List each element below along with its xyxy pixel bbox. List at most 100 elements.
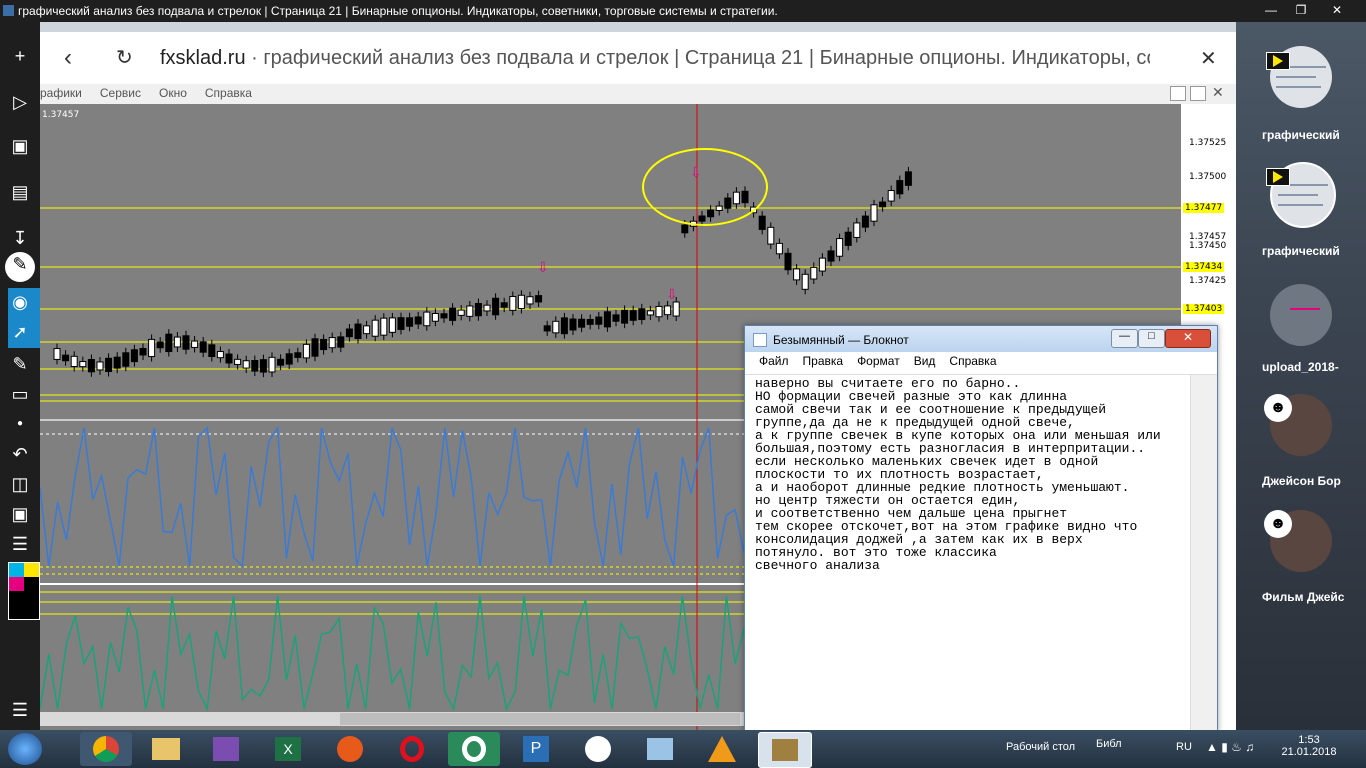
play-icon[interactable]: ▷ [8, 90, 32, 114]
notepad-scrollbar[interactable] [1190, 375, 1217, 730]
notepad-close-button[interactable]: ✕ [1165, 329, 1211, 348]
media-task[interactable] [324, 732, 376, 766]
candle [492, 297, 500, 316]
domain: fxsklad.ru [160, 47, 246, 69]
chrome-task[interactable] [80, 732, 132, 766]
app-task[interactable]: P [510, 732, 562, 766]
triangle-task[interactable] [696, 732, 748, 766]
back-icon[interactable]: ‹ [64, 44, 72, 72]
panel-label-3: upload_2018- [1262, 360, 1339, 374]
candle [578, 318, 586, 328]
thumbnail-3[interactable] [1270, 284, 1332, 346]
mt4-menu-item[interactable]: рафики [40, 86, 82, 100]
download-icon[interactable]: ↧ [8, 226, 32, 250]
panel-label-1: графический [1262, 128, 1340, 142]
close-tab-icon[interactable]: ✕ [1200, 46, 1217, 71]
plus-icon[interactable]: + [8, 44, 32, 68]
mt4-minimize-button[interactable] [1170, 86, 1186, 101]
undo-icon[interactable]: ↶ [8, 442, 32, 466]
start-button[interactable] [8, 733, 42, 765]
candle [793, 268, 801, 281]
minimize-button[interactable]: — [1256, 0, 1286, 22]
address-text[interactable]: fxsklad.ru · графический анализ без подв… [160, 47, 1150, 70]
mt4-menu-item[interactable]: Справка [205, 86, 252, 100]
cursor-icon[interactable]: ➚ [8, 320, 32, 344]
notepad-menu-item[interactable]: Файл [759, 354, 789, 368]
notepad-text-area[interactable]: наверно вы считаете его по барно.. НО фор… [755, 377, 1195, 572]
notepad-maximize-button[interactable]: □ [1138, 329, 1165, 348]
eye-icon[interactable]: ◉ [8, 290, 32, 314]
vs-task[interactable] [200, 732, 252, 766]
notepad-window[interactable]: Безымянный — Блокнот — □ ✕ Файл Правка Фор… [744, 325, 1218, 732]
notepad-menu-item[interactable]: Правка [803, 354, 844, 368]
candle [337, 336, 345, 348]
highlighter-icon[interactable]: ✎ [8, 352, 32, 376]
candle [612, 314, 620, 322]
tray-icons[interactable]: ▲ ▮ ♨ ♫ [1206, 740, 1254, 754]
explorer-task[interactable] [140, 732, 192, 766]
candle [139, 347, 147, 356]
eraser-icon[interactable]: ▭ [8, 382, 32, 406]
notepad-menu-item[interactable]: Формат [857, 354, 900, 368]
candle [122, 352, 130, 367]
candle [423, 311, 431, 327]
candle [354, 323, 362, 340]
restore-button[interactable]: ❐ [1286, 0, 1316, 22]
image-icon[interactable]: ▤ [8, 180, 32, 204]
reload-icon[interactable]: ↻ [116, 45, 133, 70]
dot-size-icon[interactable]: ● [8, 412, 32, 436]
candle [861, 215, 869, 228]
opera-task[interactable] [386, 732, 438, 766]
candle [698, 215, 706, 222]
active-task[interactable] [758, 732, 812, 768]
candle [715, 205, 723, 211]
notepad-menu-item[interactable]: Справка [949, 354, 996, 368]
notepad-menu-item[interactable]: Вид [914, 354, 936, 368]
camera-icon[interactable]: ▣ [8, 134, 32, 158]
candle [827, 250, 835, 262]
candle [268, 356, 276, 373]
trash-icon[interactable]: ◫ [8, 472, 32, 496]
library-label[interactable]: Библ [1096, 738, 1122, 750]
candle [311, 338, 319, 357]
close-button[interactable]: ✕ [1322, 0, 1352, 22]
candle [363, 325, 371, 335]
page-title: · графический анализ без подвала и стрел… [245, 47, 1150, 69]
clock[interactable]: 1:53 21.01.2018 [1274, 734, 1344, 758]
mt4-close-button[interactable]: ✕ [1212, 84, 1224, 101]
candle [904, 171, 912, 186]
color-palette[interactable] [8, 562, 40, 620]
candle [741, 190, 749, 204]
desktop-label[interactable]: Рабочий стол [1006, 741, 1075, 753]
clock-date: 21.01.2018 [1281, 746, 1337, 758]
candle [406, 317, 414, 327]
browser-nav-bar: ‹ ↻ fxsklad.ru · графический анализ без … [40, 32, 1236, 84]
candle [216, 351, 224, 359]
svg-text:⇩: ⇩ [666, 287, 678, 303]
candle [440, 313, 448, 319]
candle [629, 310, 637, 321]
candle [328, 337, 336, 349]
notepad-task[interactable] [634, 732, 686, 766]
language-indicator[interactable]: RU [1176, 741, 1192, 753]
keyhole-task[interactable] [572, 732, 624, 766]
screenshot-icon[interactable]: ▣ [8, 502, 32, 526]
opera-green-task[interactable] [448, 732, 500, 766]
candle [449, 307, 457, 321]
candle [251, 359, 259, 372]
panel-label-5: Фильм Джейс [1262, 590, 1345, 604]
candle [225, 353, 233, 364]
candle [896, 180, 904, 195]
mt4-menu-item[interactable]: Сервис [100, 86, 141, 100]
clipboard-icon[interactable]: ☰ [8, 532, 32, 556]
candle [148, 338, 156, 358]
pen-tool-icon[interactable]: ✎ [5, 252, 35, 282]
menu-icon[interactable]: ☰ [8, 698, 32, 722]
excel-task[interactable]: X [262, 732, 314, 766]
mt4-restore-button[interactable] [1190, 86, 1206, 101]
notepad-minimize-button[interactable]: — [1111, 329, 1138, 348]
notepad-title: Безымянный — Блокнот [773, 333, 909, 347]
mt4-menu-item[interactable]: Окно [159, 86, 187, 100]
left-toolbar: + ▷ ▣ ▤ ↧ ✎ ◉ ➚ ✎ ▭ ● ↶ ◫ ▣ ☰ ☰ [0, 22, 40, 730]
candle [879, 201, 887, 208]
